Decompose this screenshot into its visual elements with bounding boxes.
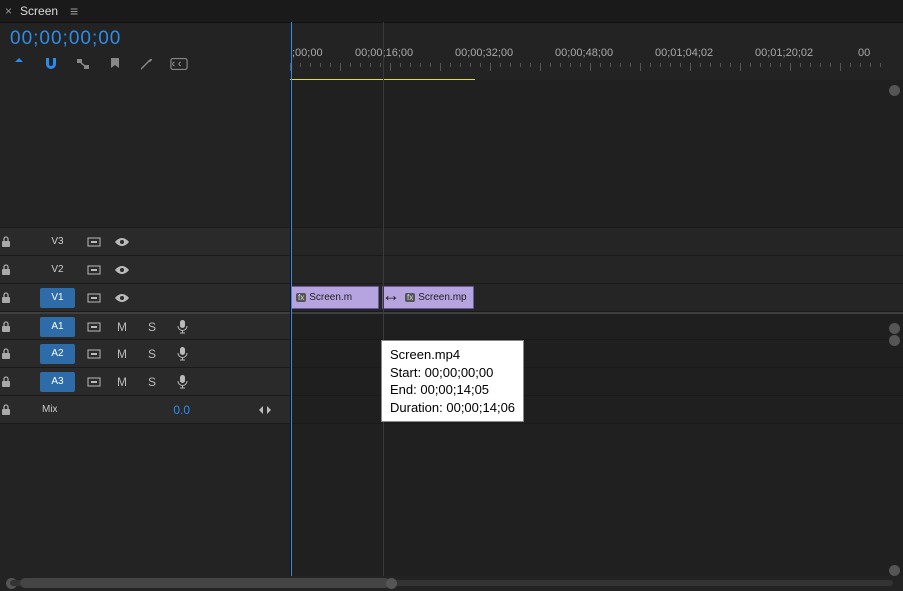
- close-icon[interactable]: ×: [5, 4, 12, 18]
- lock-icon[interactable]: [0, 264, 40, 276]
- mix-label: Mix: [40, 400, 75, 420]
- sync-lock-icon[interactable]: [81, 288, 107, 308]
- panel-menu-icon[interactable]: ≡: [70, 3, 78, 19]
- track-target[interactable]: A1: [40, 317, 75, 337]
- sync-lock-icon[interactable]: [81, 260, 107, 280]
- mute-button[interactable]: M: [107, 347, 137, 361]
- scroll-handle-icon[interactable]: [889, 85, 900, 96]
- current-timecode[interactable]: 00;00;00;00: [10, 28, 280, 50]
- timeline-header: 00;00;00;00 ;00;00 00;00;16;00 00;00;32;…: [0, 22, 903, 80]
- marker-icon[interactable]: [106, 55, 124, 73]
- track-header-v3[interactable]: V3: [0, 228, 290, 256]
- settings-wrench-icon[interactable]: [138, 55, 156, 73]
- nesting-icon[interactable]: [10, 55, 28, 73]
- track-header-v2[interactable]: V2: [0, 256, 290, 284]
- rate-stretch-cursor-icon: ↔: [382, 286, 400, 306]
- ruler-tick-label: ;00;00: [292, 47, 323, 59]
- voiceover-mic-icon[interactable]: [167, 375, 197, 389]
- toolbar: [10, 55, 280, 73]
- track-header-mix[interactable]: Mix 0.0: [0, 396, 290, 424]
- mix-value[interactable]: 0.0: [173, 403, 190, 417]
- scroll-handle-icon[interactable]: [889, 335, 900, 346]
- ruler-tick-label: 00;01;04;02: [655, 47, 713, 59]
- solo-button[interactable]: S: [137, 375, 167, 389]
- timeline-body: V3 V2 V1 A1 M S A2 M: [0, 80, 903, 576]
- track-headers: V3 V2 V1 A1 M S A2 M: [0, 80, 290, 576]
- track-header-gap: [0, 80, 290, 228]
- track-target[interactable]: V1: [40, 288, 75, 308]
- clip[interactable]: ↔ fx Screen.mp: [382, 286, 474, 309]
- track-header-v1[interactable]: V1: [0, 284, 290, 312]
- panel-tab-name[interactable]: Screen: [20, 4, 58, 18]
- playhead[interactable]: [291, 22, 292, 576]
- toggle-track-output-icon[interactable]: [107, 264, 137, 276]
- solo-button[interactable]: S: [137, 347, 167, 361]
- sync-lock-icon[interactable]: [81, 317, 107, 337]
- lock-icon[interactable]: [0, 292, 40, 304]
- horizontal-zoom-scrollbar[interactable]: [0, 576, 903, 591]
- lock-icon[interactable]: [0, 236, 40, 248]
- ruler-tick-label: 00;00;48;00: [555, 47, 613, 59]
- edit-line: [383, 22, 384, 576]
- clip-label: Screen.mp: [418, 292, 466, 303]
- sync-lock-icon[interactable]: [81, 232, 107, 252]
- track-header-a1[interactable]: A1 M S: [0, 312, 290, 340]
- panel-tab-bar: × Screen ≡: [0, 0, 903, 22]
- timeline-canvas[interactable]: fx Screen.m ↔ fx Screen.mp Screen.mp4 St…: [290, 80, 903, 576]
- tooltip-end: End: 00;00;14;05: [390, 381, 515, 399]
- solo-button[interactable]: S: [137, 320, 167, 334]
- track-target[interactable]: V2: [40, 260, 75, 280]
- ruler-tick-label: 00;01;20;02: [755, 47, 813, 59]
- toggle-track-output-icon[interactable]: [107, 292, 137, 304]
- master-meters-icon[interactable]: [250, 404, 280, 416]
- track-target[interactable]: A2: [40, 344, 75, 364]
- linked-selection-icon[interactable]: [74, 55, 92, 73]
- mute-button[interactable]: M: [107, 320, 137, 334]
- scroll-handle-icon[interactable]: [889, 565, 900, 576]
- track-target[interactable]: V3: [40, 232, 75, 252]
- captions-icon[interactable]: [170, 55, 188, 73]
- ruler-tick-label: 00;00;32;00: [455, 47, 513, 59]
- clip-label: Screen.m: [309, 292, 352, 303]
- ruler-tick-label: 00;00;16;00: [355, 47, 413, 59]
- clip[interactable]: fx Screen.m: [291, 286, 379, 309]
- snap-magnet-icon[interactable]: [42, 55, 60, 73]
- lock-icon[interactable]: [0, 321, 40, 333]
- tooltip-title: Screen.mp4: [390, 346, 515, 364]
- lock-icon[interactable]: [0, 348, 40, 360]
- vertical-scrollbar[interactable]: [887, 85, 901, 576]
- ruler-tick-label: 00: [858, 47, 870, 59]
- lock-icon[interactable]: [0, 404, 40, 416]
- sync-lock-icon[interactable]: [81, 372, 107, 392]
- voiceover-mic-icon[interactable]: [167, 347, 197, 361]
- fx-badge-icon: fx: [405, 293, 415, 302]
- time-ruler[interactable]: ;00;00 00;00;16;00 00;00;32;00 00;00;48;…: [290, 23, 903, 80]
- tooltip-duration: Duration: 00;00;14;06: [390, 399, 515, 417]
- zoom-handle-right-icon[interactable]: [386, 578, 397, 589]
- fx-badge-icon: fx: [296, 293, 306, 302]
- track-target[interactable]: A3: [40, 372, 75, 392]
- track-header-a2[interactable]: A2 M S: [0, 340, 290, 368]
- toggle-track-output-icon[interactable]: [107, 236, 137, 248]
- mute-button[interactable]: M: [107, 375, 137, 389]
- tooltip-start: Start: 00;00;00;00: [390, 364, 515, 382]
- track-header-a3[interactable]: A3 M S: [0, 368, 290, 396]
- clip-tooltip: Screen.mp4 Start: 00;00;00;00 End: 00;00…: [381, 340, 524, 422]
- header-left: 00;00;00;00: [0, 23, 290, 80]
- lock-icon[interactable]: [0, 376, 40, 388]
- sync-lock-icon[interactable]: [81, 344, 107, 364]
- scroll-thumb[interactable]: [20, 578, 390, 588]
- scroll-handle-icon[interactable]: [889, 323, 900, 334]
- voiceover-mic-icon[interactable]: [167, 320, 197, 334]
- ruler-ticks: [290, 63, 903, 75]
